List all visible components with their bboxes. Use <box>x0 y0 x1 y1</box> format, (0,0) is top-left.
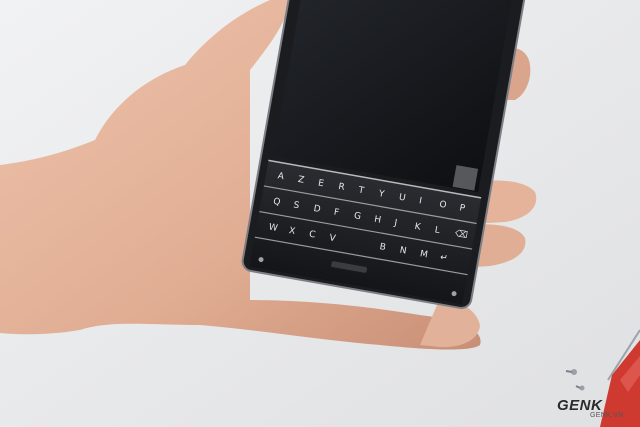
photo-scene: A Z E R T Y U I O P Q S D F G H J K L ⌫ W X C V B N M ↵ GENK GENK.V… <box>0 0 640 427</box>
key-w: W <box>268 223 279 234</box>
photo-illustration: A Z E R T Y U I O PQ S D F G H J K L ⌫W X C VB N M ↵ <box>0 0 640 427</box>
screen-reflection <box>452 165 479 191</box>
watermark-site: GENK.VN <box>590 412 624 419</box>
